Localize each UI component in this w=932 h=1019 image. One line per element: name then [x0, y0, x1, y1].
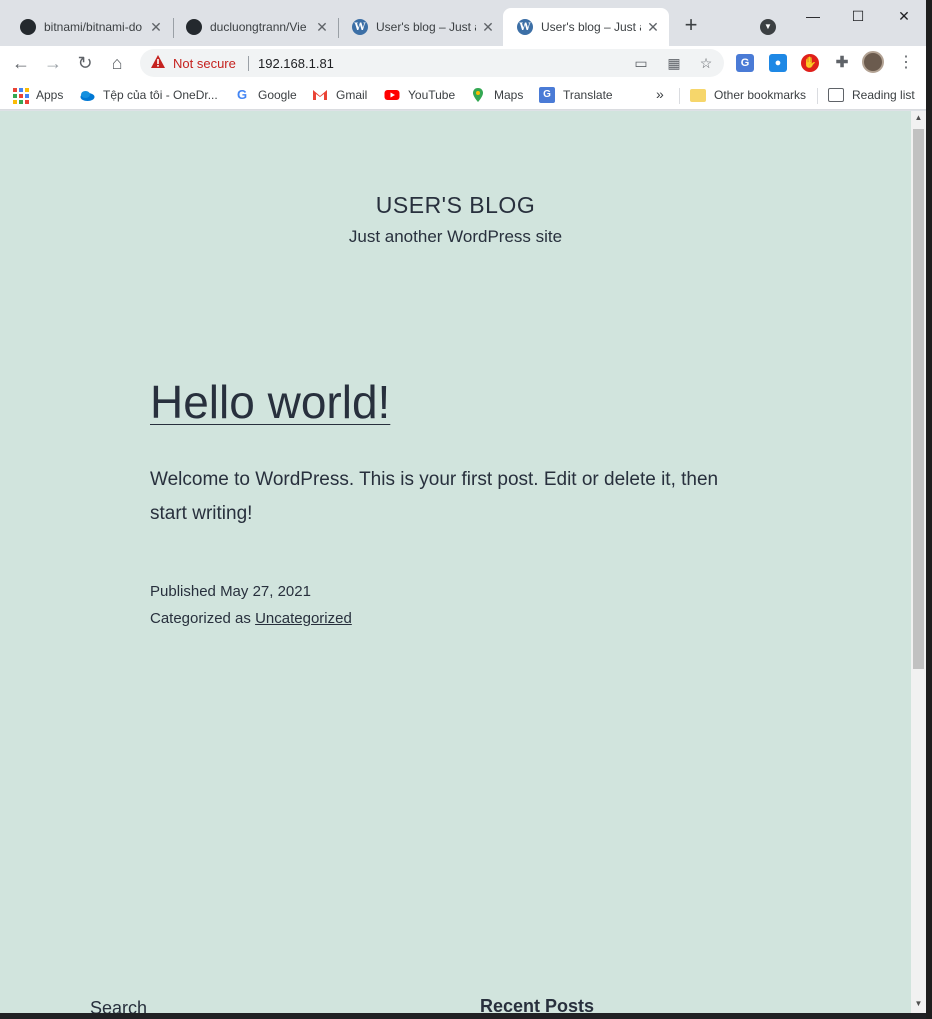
bookmark-label: Translate — [563, 88, 613, 102]
bookmark-onedrive[interactable]: Tệp của tôi - OneDr... — [79, 86, 218, 104]
post-title-link[interactable]: Hello world! — [150, 375, 390, 429]
browser-window: bitnami/bitnami-do ✕ ducluongtrann/Vie ✕… — [0, 0, 926, 1013]
folder-icon — [690, 88, 706, 102]
post-published: Published May 27, 2021 — [150, 583, 311, 600]
bookmark-label: Tệp của tôi - OneDr... — [103, 88, 218, 102]
page-viewport: USER'S BLOG Just another WordPress site … — [0, 111, 911, 1013]
bookmark-youtube[interactable]: YouTube — [384, 86, 455, 104]
maximize-button[interactable]: ☐ — [843, 4, 873, 28]
scroll-down-arrow-icon[interactable]: ▼ — [911, 999, 926, 1011]
bookmark-label: Apps — [36, 88, 64, 102]
published-date: May 27, 2021 — [220, 583, 311, 600]
omnibox-separator — [248, 56, 249, 71]
bookmarks-overflow-icon[interactable]: » — [656, 86, 664, 102]
other-bookmarks-folder[interactable]: Other bookmarks — [690, 86, 806, 104]
reload-button[interactable]: ↻ — [72, 50, 98, 76]
page-scrollbar[interactable]: ▲ ▼ — [911, 111, 926, 1013]
wordpress-icon: W — [517, 19, 533, 35]
tab-title: ducluongtrann/Vie — [210, 20, 307, 34]
other-bookmarks-label: Other bookmarks — [714, 88, 807, 102]
menu-kebab-icon[interactable]: ⋮ — [898, 52, 914, 74]
url-text[interactable]: 192.168.1.81 — [258, 56, 334, 71]
tab-title: User's blog – Just a — [541, 20, 641, 34]
new-tab-button[interactable]: + — [680, 14, 702, 38]
close-icon[interactable]: ✕ — [645, 19, 661, 36]
scroll-up-arrow-icon[interactable]: ▲ — [911, 113, 926, 125]
gmail-icon — [313, 90, 327, 100]
category-prefix: Categorized as — [150, 610, 251, 627]
search-widget-title: Search — [90, 998, 148, 1013]
back-button[interactable]: ← — [8, 50, 34, 76]
post-content: Welcome to WordPress. This is your first… — [150, 469, 719, 524]
tab-search-icon[interactable]: ▼ — [760, 19, 776, 35]
reading-list-icon — [828, 88, 844, 102]
bookmark-translate[interactable]: G Translate — [539, 86, 613, 104]
bookmark-label: Gmail — [336, 88, 368, 102]
address-bar[interactable]: Not secure 192.168.1.81 ▭ ▦ ☆ — [140, 49, 724, 77]
qr-code-icon[interactable]: ▦ — [665, 54, 683, 72]
site-description: Just another WordPress site — [348, 227, 563, 246]
apps-grid-icon — [12, 87, 29, 104]
recent-posts-widget-title: Recent Posts — [480, 996, 595, 1013]
extensions-puzzle-icon[interactable]: ✚ — [833, 54, 851, 72]
bookmarks-separator — [679, 88, 680, 104]
google-icon: G — [236, 87, 248, 102]
bookmark-maps[interactable]: Maps — [470, 86, 523, 104]
onedrive-icon — [80, 91, 95, 101]
window-close-button[interactable]: ✕ — [889, 4, 919, 28]
translate-icon: G — [539, 87, 555, 103]
bookmark-label: Maps — [494, 88, 524, 102]
minimize-button[interactable]: — — [798, 4, 828, 28]
bookmark-google[interactable]: G Google — [234, 86, 297, 104]
tab-title: User's blog – Just a — [376, 20, 476, 34]
tab-github-ducluongtrann[interactable]: ducluongtrann/Vie ✕ — [172, 8, 338, 46]
bookmark-label: Google — [258, 88, 297, 102]
maps-icon — [473, 88, 483, 102]
reading-list-button[interactable]: Reading list — [828, 86, 915, 104]
google-translate-extension-icon[interactable]: G — [736, 54, 754, 72]
cast-icon[interactable]: ▭ — [632, 54, 650, 72]
post-category: Categorized as Uncategorized — [150, 610, 352, 627]
browser-toolbar: ← → ↻ ⌂ Not secure 192.168.1.81 ▭ ▦ ☆ G … — [0, 46, 926, 80]
github-icon — [20, 19, 36, 35]
bookmarks-bar: Apps Tệp của tôi - OneDr... G Google Gma… — [0, 80, 926, 110]
warning-icon — [151, 55, 165, 68]
category-link[interactable]: Uncategorized — [255, 610, 352, 627]
site-title[interactable]: USER'S BLOG — [0, 192, 911, 219]
adblock-extension-icon[interactable]: ✋ — [801, 54, 819, 72]
profile-avatar[interactable] — [862, 51, 884, 73]
forward-button[interactable]: → — [40, 50, 66, 76]
scrollbar-thumb[interactable] — [913, 129, 924, 669]
published-prefix: Published — [150, 583, 216, 600]
github-icon — [186, 19, 202, 35]
tab-strip: bitnami/bitnami-do ✕ ducluongtrann/Vie ✕… — [0, 0, 926, 46]
youtube-icon — [384, 90, 400, 100]
home-button[interactable]: ⌂ — [104, 50, 130, 76]
close-icon[interactable]: ✕ — [148, 19, 164, 36]
tab-users-blog-active[interactable]: W User's blog – Just a ✕ — [503, 8, 669, 46]
water-drop-extension-icon[interactable]: ● — [769, 54, 787, 72]
bookmark-gmail[interactable]: Gmail — [312, 86, 367, 104]
bookmarks-separator — [817, 88, 818, 104]
bookmark-star-icon[interactable]: ☆ — [697, 54, 715, 72]
tab-title: bitnami/bitnami-do — [44, 20, 143, 34]
close-icon[interactable]: ✕ — [314, 19, 330, 36]
bookmark-label: YouTube — [408, 88, 456, 102]
not-secure-label[interactable]: Not secure — [173, 56, 236, 71]
close-icon[interactable]: ✕ — [480, 19, 496, 36]
background-window-strip — [926, 0, 932, 1019]
tab-github-bitnami[interactable]: bitnami/bitnami-do ✕ — [6, 8, 172, 46]
tab-users-blog[interactable]: W User's blog – Just a ✕ — [338, 8, 504, 46]
reading-list-label: Reading list — [852, 88, 915, 102]
bookmark-apps[interactable]: Apps — [12, 86, 63, 104]
wordpress-icon: W — [352, 19, 368, 35]
